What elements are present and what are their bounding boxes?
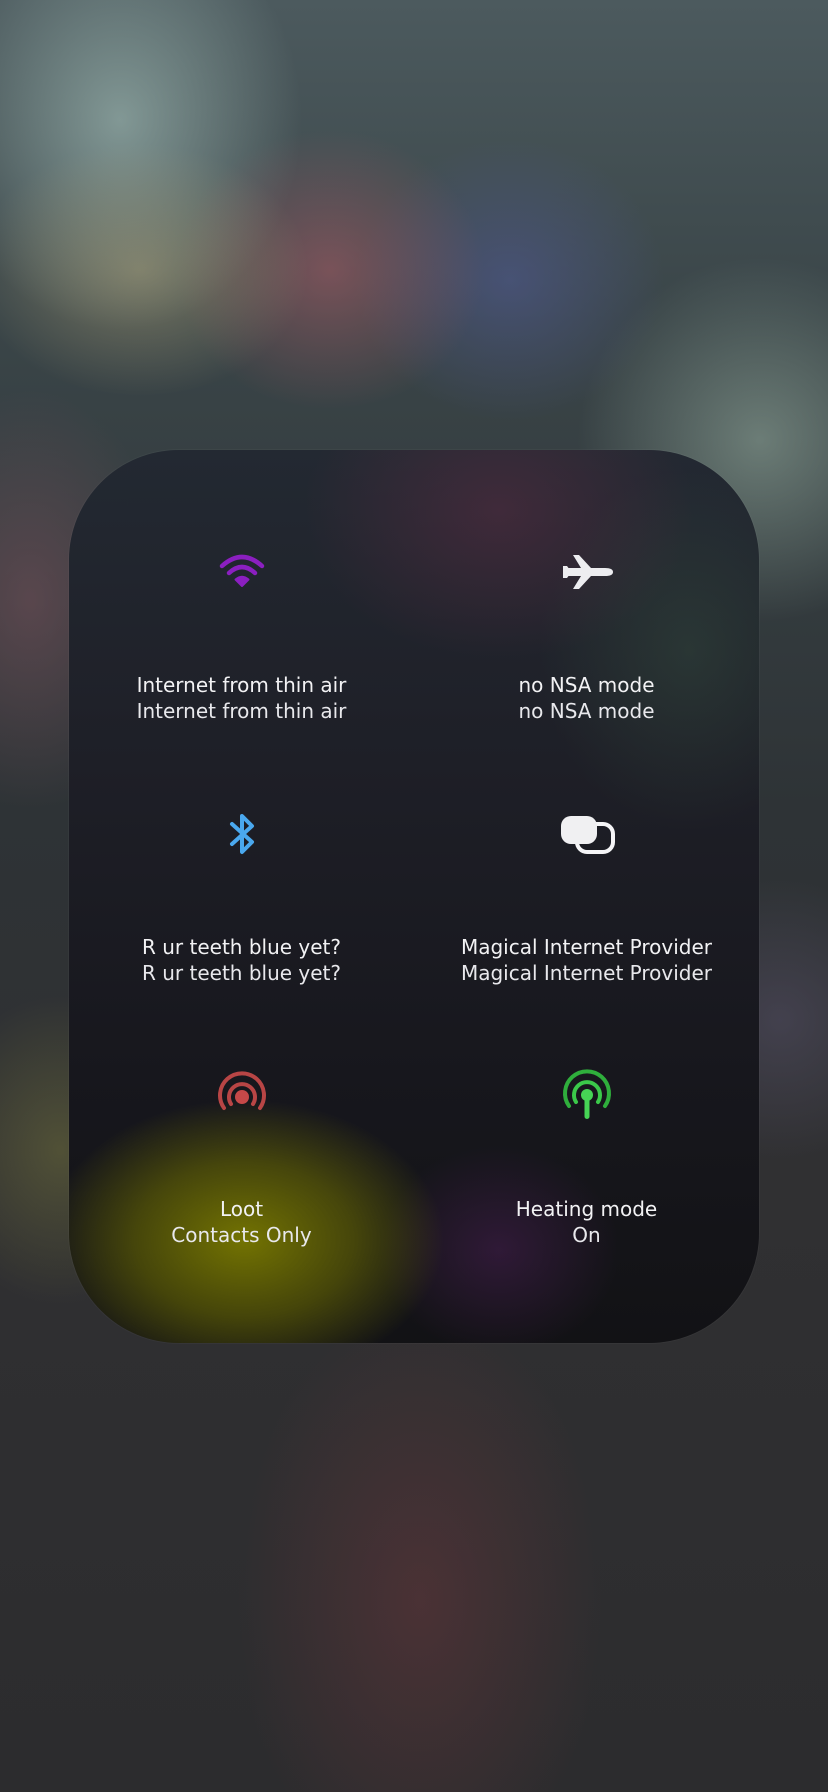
cellular-toggle[interactable]: Magical Internet Provider Magical Intern… xyxy=(414,712,759,985)
connectivity-panel: Internet from thin air Internet from thi… xyxy=(69,450,759,1343)
hotspot-icon xyxy=(557,1066,617,1126)
airdrop-toggle[interactable]: Loot Contacts Only xyxy=(69,974,414,1247)
wifi-icon xyxy=(212,542,272,602)
link-icon xyxy=(557,804,617,864)
hotspot-subtitle: On xyxy=(572,1223,601,1247)
airplane-mode-title: no NSA mode xyxy=(518,673,655,697)
bluetooth-toggle[interactable]: R ur teeth blue yet? R ur teeth blue yet… xyxy=(69,712,414,985)
airplane-mode-toggle[interactable]: no NSA mode no NSA mode xyxy=(414,450,759,723)
hotspot-toggle[interactable]: Heating mode On xyxy=(414,974,759,1247)
airplane-icon xyxy=(557,542,617,602)
hotspot-title: Heating mode xyxy=(515,1197,658,1221)
connectivity-grid: Internet from thin air Internet from thi… xyxy=(69,450,759,1343)
bluetooth-title: R ur teeth blue yet? xyxy=(141,935,342,959)
bluetooth-icon xyxy=(212,804,272,864)
airdrop-title: Loot xyxy=(219,1197,264,1221)
airdrop-subtitle: Contacts Only xyxy=(171,1223,312,1247)
airdrop-icon xyxy=(212,1066,272,1126)
wifi-toggle[interactable]: Internet from thin air Internet from thi… xyxy=(69,450,414,723)
wifi-title: Internet from thin air xyxy=(136,673,347,697)
cellular-title: Magical Internet Provider xyxy=(460,935,713,959)
